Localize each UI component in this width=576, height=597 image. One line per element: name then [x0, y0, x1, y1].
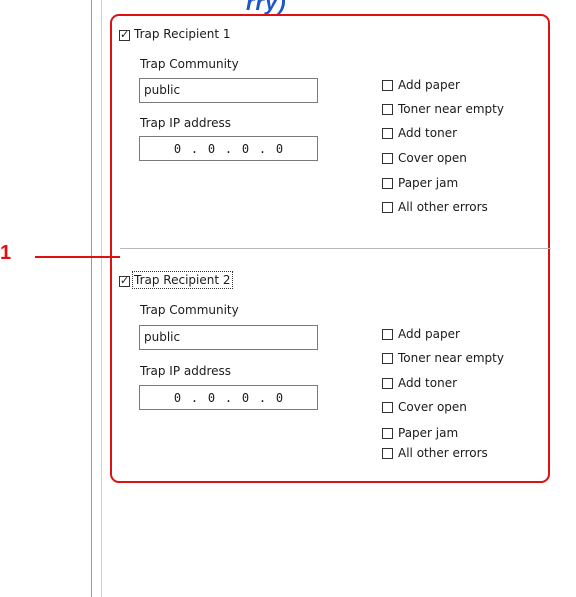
- add-toner-checkbox[interactable]: [382, 128, 393, 139]
- all-other-errors-checkbox[interactable]: [382, 202, 393, 213]
- toner-near-empty-label[interactable]: Toner near empty: [398, 351, 504, 365]
- ip-octet: 0: [207, 390, 216, 405]
- cover-open-label[interactable]: Cover open: [398, 151, 467, 165]
- ip-octet: 0: [173, 141, 182, 156]
- cover-open-checkbox[interactable]: [382, 153, 393, 164]
- trap-recipient-2-checkbox[interactable]: [119, 274, 130, 287]
- trap-ip-address-input[interactable]: 0. 0. 0. 0: [139, 385, 318, 410]
- trap-community-label: Trap Community: [140, 303, 239, 317]
- add-paper-label[interactable]: Add paper: [398, 78, 460, 92]
- trap-ip-address-input[interactable]: 0. 0. 0. 0: [139, 136, 318, 161]
- cover-open-checkbox[interactable]: [382, 402, 393, 413]
- ip-octet: 0: [275, 141, 284, 156]
- add-paper-label[interactable]: Add paper: [398, 327, 460, 341]
- trap-recipient-1-checkbox[interactable]: [119, 28, 130, 41]
- ip-octet: 0: [207, 141, 216, 156]
- all-other-errors-label[interactable]: All other errors: [398, 446, 488, 460]
- add-toner-checkbox[interactable]: [382, 378, 393, 389]
- trap-recipient-2-label[interactable]: Trap Recipient 2: [132, 271, 233, 289]
- callout-number: 1: [0, 242, 12, 264]
- trap-community-label: Trap Community: [140, 57, 239, 71]
- callout-line: [35, 256, 120, 258]
- paper-jam-label[interactable]: Paper jam: [398, 426, 458, 440]
- add-toner-label[interactable]: Add toner: [398, 126, 457, 140]
- recipient-separator: [120, 248, 551, 249]
- trap-ip-address-label: Trap IP address: [140, 364, 232, 378]
- toner-near-empty-checkbox[interactable]: [382, 104, 393, 115]
- toner-near-empty-label[interactable]: Toner near empty: [398, 102, 504, 116]
- paper-jam-label[interactable]: Paper jam: [398, 176, 458, 190]
- paper-jam-checkbox[interactable]: [382, 178, 393, 189]
- trap-recipient-1-label[interactable]: Trap Recipient 1: [134, 27, 231, 41]
- ip-octet: 0: [241, 141, 250, 156]
- add-paper-checkbox[interactable]: [382, 80, 393, 91]
- window-frame-edge: [91, 0, 92, 597]
- add-paper-checkbox[interactable]: [382, 329, 393, 340]
- all-other-errors-label[interactable]: All other errors: [398, 200, 488, 214]
- trap-community-input[interactable]: public: [139, 78, 318, 103]
- ip-octet: 0: [241, 390, 250, 405]
- all-other-errors-checkbox[interactable]: [382, 448, 393, 459]
- cover-open-label[interactable]: Cover open: [398, 400, 467, 414]
- trap-ip-address-label: Trap IP address: [140, 116, 232, 130]
- ip-octet: 0: [275, 390, 284, 405]
- ip-octet: 0: [173, 390, 182, 405]
- trap-community-input[interactable]: public: [139, 325, 318, 350]
- paper-jam-checkbox[interactable]: [382, 428, 393, 439]
- add-toner-label[interactable]: Add toner: [398, 376, 457, 390]
- toner-near-empty-checkbox[interactable]: [382, 353, 393, 364]
